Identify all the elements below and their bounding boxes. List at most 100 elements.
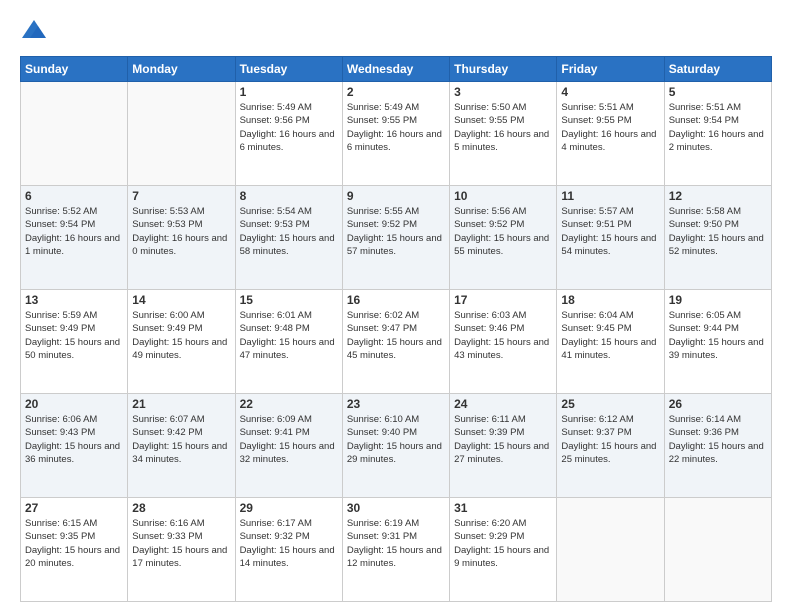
sunrise-text: Sunrise: 6:10 AM xyxy=(347,414,419,425)
day-number: 8 xyxy=(240,189,338,203)
sunset-text: Sunset: 9:33 PM xyxy=(132,531,202,542)
sunrise-text: Sunrise: 6:02 AM xyxy=(347,310,419,321)
day-number: 7 xyxy=(132,189,230,203)
sunrise-text: Sunrise: 5:55 AM xyxy=(347,206,419,217)
sunset-text: Sunset: 9:52 PM xyxy=(454,219,524,230)
daylight-text: Daylight: 16 hours and 6 minutes. xyxy=(240,129,335,153)
calendar-cell: 2 Sunrise: 5:49 AM Sunset: 9:55 PM Dayli… xyxy=(342,82,449,186)
day-info: Sunrise: 6:16 AM Sunset: 9:33 PM Dayligh… xyxy=(132,517,230,570)
daylight-text: Daylight: 15 hours and 57 minutes. xyxy=(347,233,442,257)
daylight-text: Daylight: 15 hours and 47 minutes. xyxy=(240,337,335,361)
calendar-week-row: 1 Sunrise: 5:49 AM Sunset: 9:56 PM Dayli… xyxy=(21,82,772,186)
day-info: Sunrise: 6:03 AM Sunset: 9:46 PM Dayligh… xyxy=(454,309,552,362)
day-info: Sunrise: 5:56 AM Sunset: 9:52 PM Dayligh… xyxy=(454,205,552,258)
daylight-text: Daylight: 15 hours and 41 minutes. xyxy=(561,337,656,361)
day-number: 1 xyxy=(240,85,338,99)
calendar-cell: 20 Sunrise: 6:06 AM Sunset: 9:43 PM Dayl… xyxy=(21,394,128,498)
weekday-header: Sunday xyxy=(21,57,128,82)
sunrise-text: Sunrise: 6:04 AM xyxy=(561,310,633,321)
daylight-text: Daylight: 15 hours and 9 minutes. xyxy=(454,545,549,569)
calendar-cell: 27 Sunrise: 6:15 AM Sunset: 9:35 PM Dayl… xyxy=(21,498,128,602)
daylight-text: Daylight: 15 hours and 50 minutes. xyxy=(25,337,120,361)
sunrise-text: Sunrise: 6:00 AM xyxy=(132,310,204,321)
sunset-text: Sunset: 9:29 PM xyxy=(454,531,524,542)
calendar-cell: 22 Sunrise: 6:09 AM Sunset: 9:41 PM Dayl… xyxy=(235,394,342,498)
day-info: Sunrise: 5:55 AM Sunset: 9:52 PM Dayligh… xyxy=(347,205,445,258)
weekday-header: Saturday xyxy=(664,57,771,82)
calendar-cell: 5 Sunrise: 5:51 AM Sunset: 9:54 PM Dayli… xyxy=(664,82,771,186)
day-info: Sunrise: 6:07 AM Sunset: 9:42 PM Dayligh… xyxy=(132,413,230,466)
calendar-cell xyxy=(664,498,771,602)
weekday-header: Tuesday xyxy=(235,57,342,82)
calendar-week-row: 20 Sunrise: 6:06 AM Sunset: 9:43 PM Dayl… xyxy=(21,394,772,498)
sunrise-text: Sunrise: 5:51 AM xyxy=(561,102,633,113)
day-number: 11 xyxy=(561,189,659,203)
calendar-cell: 18 Sunrise: 6:04 AM Sunset: 9:45 PM Dayl… xyxy=(557,290,664,394)
day-number: 20 xyxy=(25,397,123,411)
calendar-cell: 1 Sunrise: 5:49 AM Sunset: 9:56 PM Dayli… xyxy=(235,82,342,186)
weekday-row: SundayMondayTuesdayWednesdayThursdayFrid… xyxy=(21,57,772,82)
day-info: Sunrise: 6:14 AM Sunset: 9:36 PM Dayligh… xyxy=(669,413,767,466)
day-number: 17 xyxy=(454,293,552,307)
daylight-text: Daylight: 15 hours and 34 minutes. xyxy=(132,441,227,465)
calendar: SundayMondayTuesdayWednesdayThursdayFrid… xyxy=(20,56,772,602)
calendar-cell xyxy=(21,82,128,186)
daylight-text: Daylight: 16 hours and 2 minutes. xyxy=(669,129,764,153)
day-number: 3 xyxy=(454,85,552,99)
daylight-text: Daylight: 15 hours and 27 minutes. xyxy=(454,441,549,465)
sunrise-text: Sunrise: 5:54 AM xyxy=(240,206,312,217)
day-number: 25 xyxy=(561,397,659,411)
day-number: 28 xyxy=(132,501,230,515)
sunset-text: Sunset: 9:41 PM xyxy=(240,427,310,438)
calendar-cell: 6 Sunrise: 5:52 AM Sunset: 9:54 PM Dayli… xyxy=(21,186,128,290)
sunrise-text: Sunrise: 5:59 AM xyxy=(25,310,97,321)
calendar-cell: 16 Sunrise: 6:02 AM Sunset: 9:47 PM Dayl… xyxy=(342,290,449,394)
sunset-text: Sunset: 9:54 PM xyxy=(669,115,739,126)
logo xyxy=(20,18,52,46)
daylight-text: Daylight: 15 hours and 55 minutes. xyxy=(454,233,549,257)
day-number: 9 xyxy=(347,189,445,203)
sunset-text: Sunset: 9:55 PM xyxy=(561,115,631,126)
sunset-text: Sunset: 9:53 PM xyxy=(132,219,202,230)
day-info: Sunrise: 6:06 AM Sunset: 9:43 PM Dayligh… xyxy=(25,413,123,466)
day-number: 5 xyxy=(669,85,767,99)
day-info: Sunrise: 5:52 AM Sunset: 9:54 PM Dayligh… xyxy=(25,205,123,258)
sunrise-text: Sunrise: 5:51 AM xyxy=(669,102,741,113)
daylight-text: Daylight: 15 hours and 12 minutes. xyxy=(347,545,442,569)
daylight-text: Daylight: 15 hours and 22 minutes. xyxy=(669,441,764,465)
sunrise-text: Sunrise: 5:50 AM xyxy=(454,102,526,113)
calendar-cell: 31 Sunrise: 6:20 AM Sunset: 9:29 PM Dayl… xyxy=(450,498,557,602)
calendar-cell: 26 Sunrise: 6:14 AM Sunset: 9:36 PM Dayl… xyxy=(664,394,771,498)
sunset-text: Sunset: 9:36 PM xyxy=(669,427,739,438)
sunrise-text: Sunrise: 6:16 AM xyxy=(132,518,204,529)
day-number: 26 xyxy=(669,397,767,411)
sunset-text: Sunset: 9:54 PM xyxy=(25,219,95,230)
sunrise-text: Sunrise: 6:12 AM xyxy=(561,414,633,425)
sunset-text: Sunset: 9:49 PM xyxy=(25,323,95,334)
sunrise-text: Sunrise: 5:49 AM xyxy=(240,102,312,113)
weekday-header: Thursday xyxy=(450,57,557,82)
day-info: Sunrise: 6:17 AM Sunset: 9:32 PM Dayligh… xyxy=(240,517,338,570)
calendar-cell: 19 Sunrise: 6:05 AM Sunset: 9:44 PM Dayl… xyxy=(664,290,771,394)
sunrise-text: Sunrise: 5:58 AM xyxy=(669,206,741,217)
day-info: Sunrise: 5:49 AM Sunset: 9:55 PM Dayligh… xyxy=(347,101,445,154)
day-number: 31 xyxy=(454,501,552,515)
daylight-text: Daylight: 15 hours and 58 minutes. xyxy=(240,233,335,257)
daylight-text: Daylight: 16 hours and 6 minutes. xyxy=(347,129,442,153)
day-number: 10 xyxy=(454,189,552,203)
sunrise-text: Sunrise: 5:53 AM xyxy=(132,206,204,217)
daylight-text: Daylight: 15 hours and 49 minutes. xyxy=(132,337,227,361)
calendar-cell: 7 Sunrise: 5:53 AM Sunset: 9:53 PM Dayli… xyxy=(128,186,235,290)
day-info: Sunrise: 5:59 AM Sunset: 9:49 PM Dayligh… xyxy=(25,309,123,362)
day-number: 27 xyxy=(25,501,123,515)
daylight-text: Daylight: 16 hours and 1 minute. xyxy=(25,233,120,257)
day-info: Sunrise: 5:53 AM Sunset: 9:53 PM Dayligh… xyxy=(132,205,230,258)
sunrise-text: Sunrise: 6:01 AM xyxy=(240,310,312,321)
sunset-text: Sunset: 9:48 PM xyxy=(240,323,310,334)
sunrise-text: Sunrise: 6:14 AM xyxy=(669,414,741,425)
daylight-text: Daylight: 15 hours and 29 minutes. xyxy=(347,441,442,465)
calendar-cell: 3 Sunrise: 5:50 AM Sunset: 9:55 PM Dayli… xyxy=(450,82,557,186)
day-info: Sunrise: 6:15 AM Sunset: 9:35 PM Dayligh… xyxy=(25,517,123,570)
calendar-cell: 28 Sunrise: 6:16 AM Sunset: 9:33 PM Dayl… xyxy=(128,498,235,602)
sunset-text: Sunset: 9:55 PM xyxy=(454,115,524,126)
